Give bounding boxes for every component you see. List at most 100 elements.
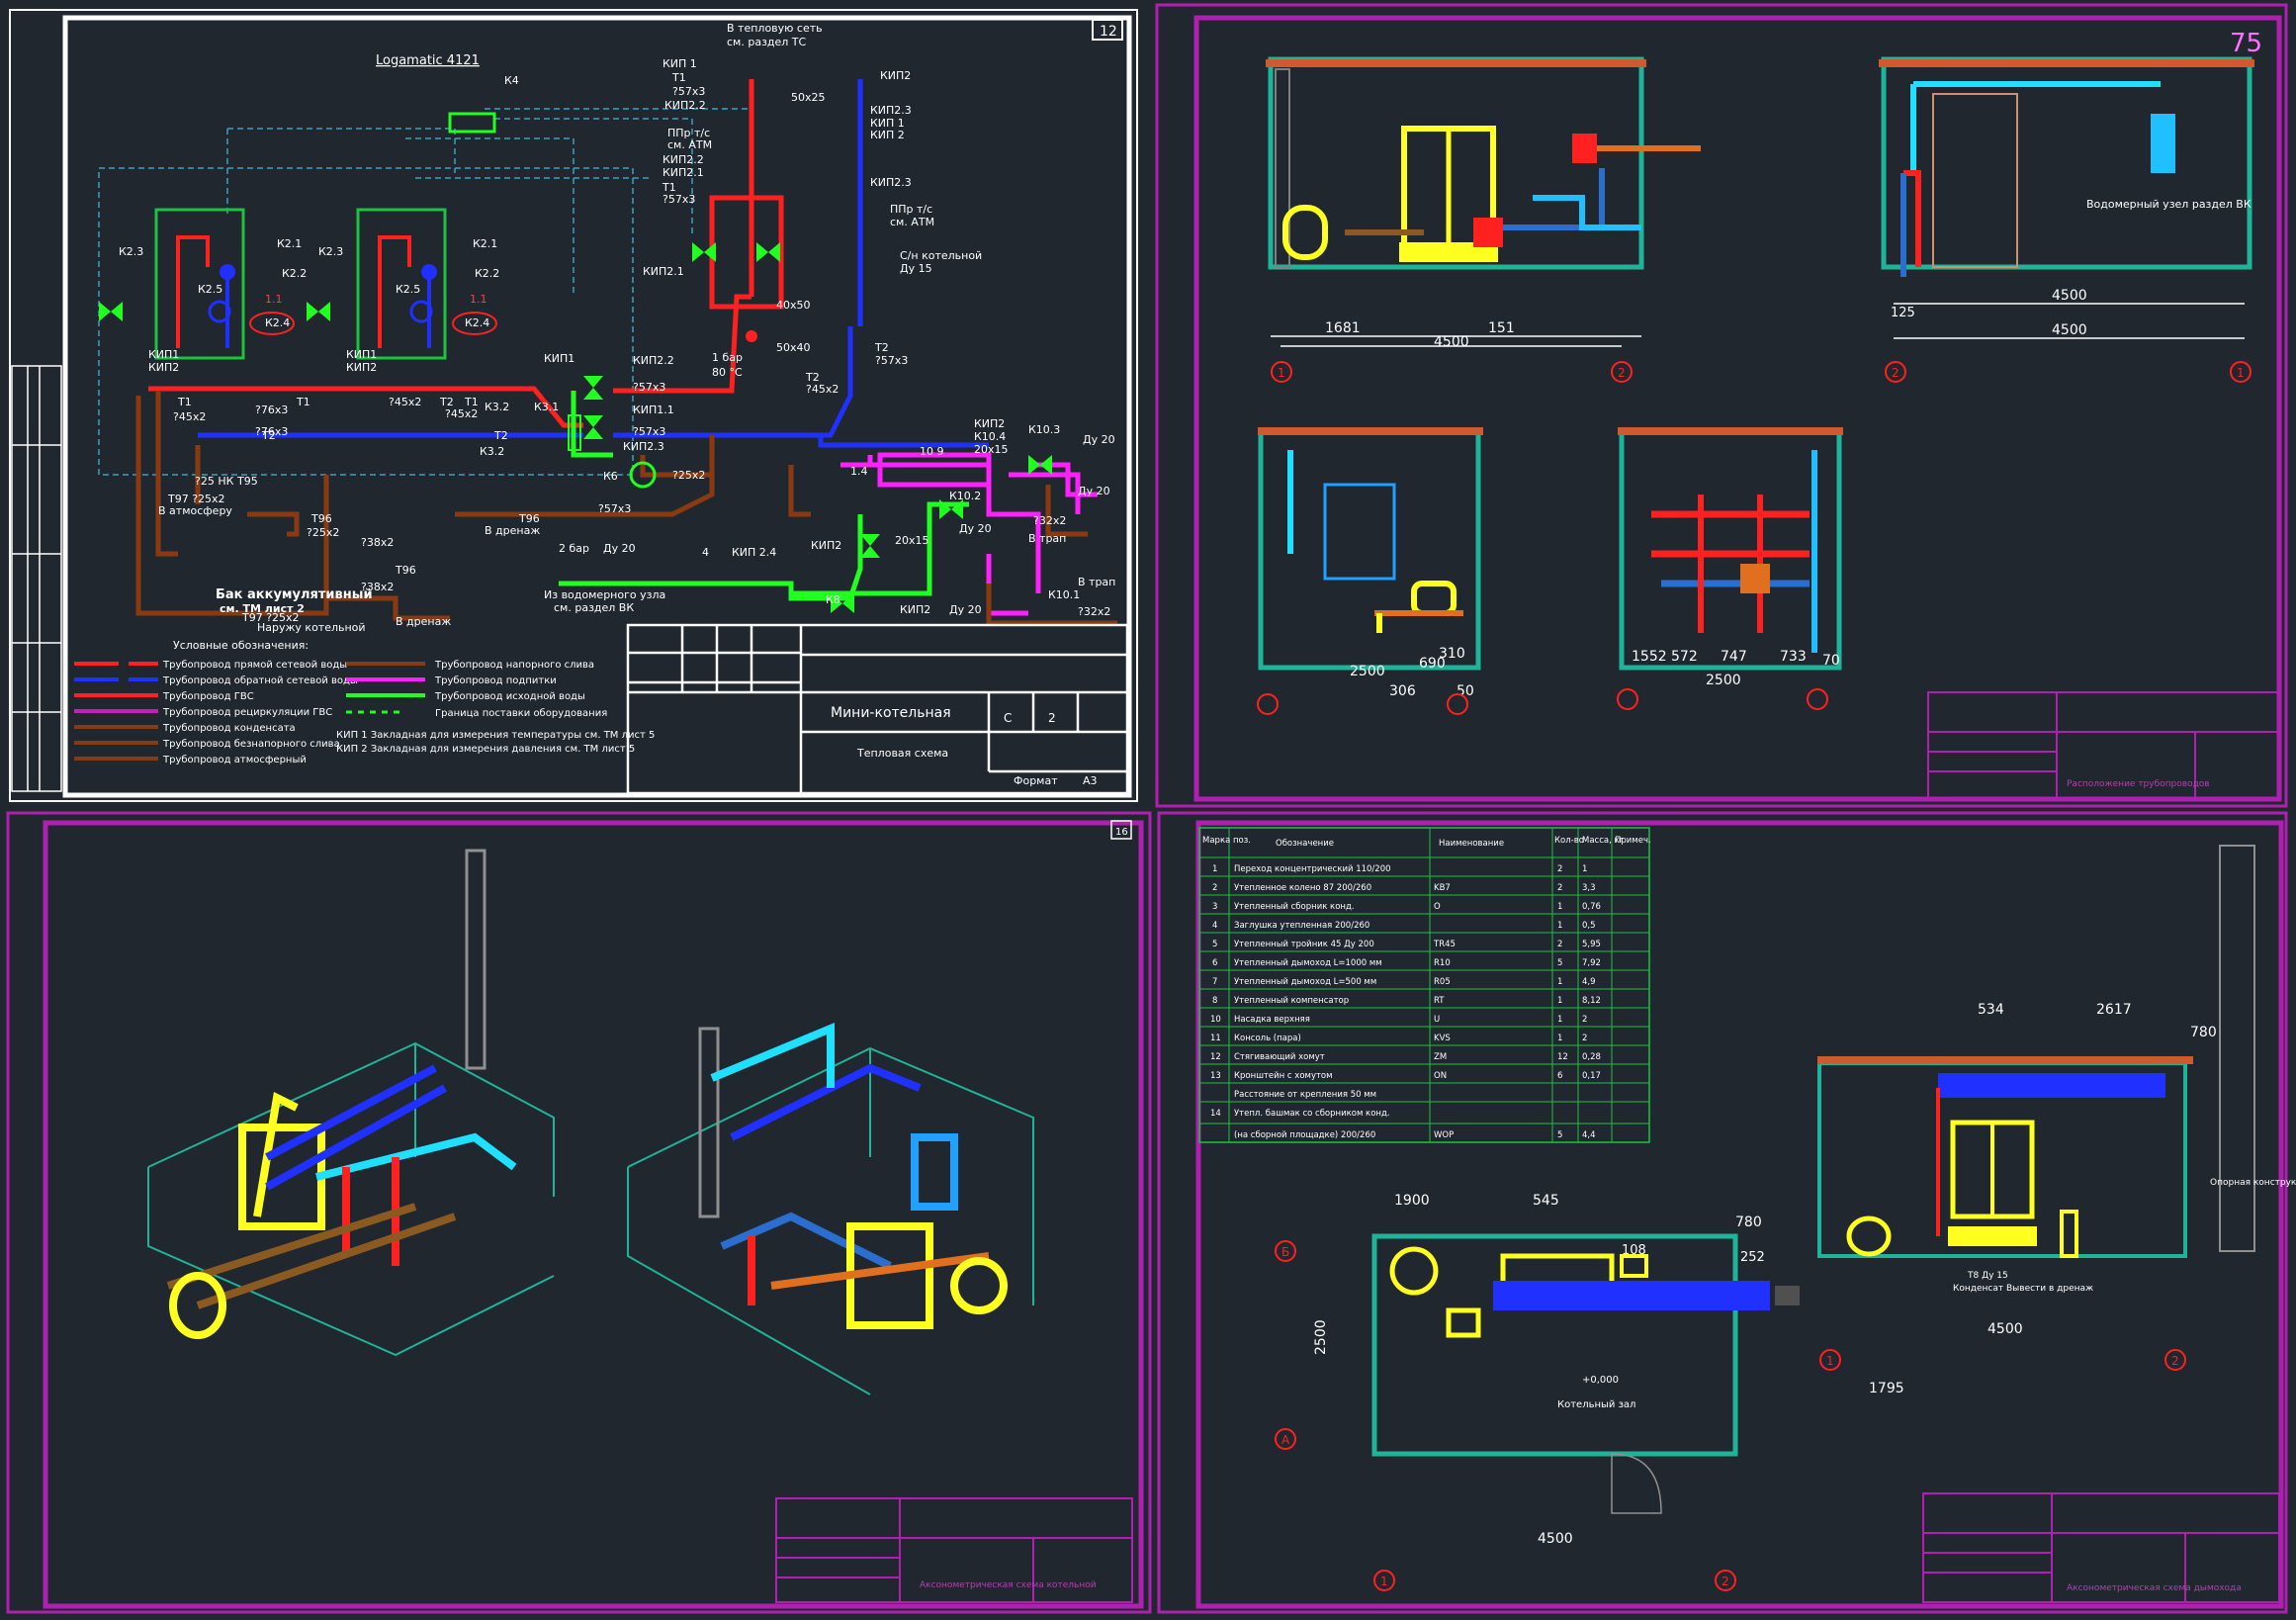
- svg-text:?25 НК: ?25 НК: [195, 475, 234, 488]
- title-main: Мини-котельная: [831, 705, 951, 721]
- svg-text:572: 572: [1671, 649, 1698, 665]
- controller-box[interactable]: [448, 112, 496, 134]
- legend: Условные обозначения: Трубопровод прямой…: [74, 639, 655, 765]
- room-plan-1: 1681 151 4500 1 2: [1266, 56, 1701, 383]
- svg-text:Марка поз.: Марка поз.: [1202, 836, 1251, 846]
- svg-text:Трубопровод рециркуляции ГВС: Трубопровод рециркуляции ГВС: [162, 707, 332, 718]
- svg-text:К10.4: К10.4: [974, 430, 1006, 443]
- svg-text:КИП 2.4: КИП 2.4: [732, 546, 776, 559]
- svg-text:Из водомерного узла: Из водомерного узла: [544, 588, 665, 601]
- svg-text:70: 70: [1822, 653, 1840, 669]
- svg-text:?45х2: ?45х2: [445, 407, 478, 420]
- svg-text:1 бар: 1 бар: [712, 351, 743, 364]
- svg-text:В трап: В трап: [1028, 532, 1066, 545]
- svg-text:КИП2: КИП2: [346, 361, 377, 374]
- sheet-thermal-scheme[interactable]: 12 Logamatic 4121 К4 1.1 1.1 В тепловую …: [9, 9, 1138, 802]
- svg-text:2: 2: [1557, 883, 1562, 893]
- svg-text:КИП1: КИП1: [148, 348, 179, 361]
- svg-text:К10.1: К10.1: [1048, 588, 1080, 601]
- svg-text:6: 6: [1557, 1071, 1562, 1081]
- svg-text:1552: 1552: [1632, 649, 1667, 665]
- svg-text:Утепленный сборник конд.: Утепленный сборник конд.: [1234, 902, 1355, 912]
- room-plan-4: 1552 572 747 733 70 2500: [1617, 427, 1843, 710]
- svg-text:4500: 4500: [1434, 334, 1469, 350]
- svg-text:2: 2: [1892, 366, 1899, 380]
- svg-text:KVS: KVS: [1434, 1034, 1451, 1043]
- svg-text:0,17: 0,17: [1582, 1071, 1601, 1081]
- svg-text:50х40: 50х40: [776, 341, 811, 354]
- svg-text:КИП2.1: КИП2.1: [643, 265, 684, 278]
- svg-text:КИП2.1: КИП2.1: [662, 166, 704, 179]
- svg-text:7,92: 7,92: [1582, 958, 1601, 968]
- svg-text:3,3: 3,3: [1582, 883, 1596, 893]
- svg-text:см. раздел ВК: см. раздел ВК: [554, 601, 634, 614]
- svg-text:Аксонометрическая схема дымохо: Аксонометрическая схема дымохода: [2067, 1583, 2242, 1593]
- svg-text:252: 252: [1740, 1250, 1765, 1265]
- svg-text:А: А: [1281, 1433, 1290, 1447]
- svg-text:К6: К6: [603, 470, 618, 483]
- svg-text:Б: Б: [1281, 1245, 1289, 1259]
- svg-text:310: 310: [1439, 646, 1465, 662]
- svg-text:Т1: Т1: [177, 396, 192, 408]
- svg-text:А3: А3: [1083, 774, 1098, 787]
- svg-text:5: 5: [1212, 940, 1217, 949]
- svg-text:12: 12: [1557, 1052, 1568, 1062]
- svg-text:?32х2: ?32х2: [1033, 514, 1066, 527]
- svg-text:2: 2: [1582, 1034, 1587, 1043]
- svg-text:ON: ON: [1434, 1071, 1447, 1081]
- sheet-chimney[interactable]: Марка поз. Обозначение Наименование Кол-…: [1157, 811, 2296, 1614]
- sheet2-number: 75: [2230, 29, 2262, 58]
- svg-text:Заглушка утепленная 200/260: Заглушка утепленная 200/260: [1234, 921, 1369, 931]
- svg-text:306: 306: [1389, 683, 1416, 699]
- svg-text:RT: RT: [1434, 996, 1445, 1006]
- svg-text:?57х3: ?57х3: [662, 193, 695, 206]
- svg-text:0,76: 0,76: [1582, 902, 1601, 912]
- svg-text:КИП2.2: КИП2.2: [662, 153, 704, 166]
- drawing-canvas: 12 Logamatic 4121 К4 1.1 1.1 В тепловую …: [0, 0, 2296, 1616]
- svg-text:Трубопровод конденсата: Трубопровод конденсата: [162, 723, 296, 734]
- svg-text:КИП2: КИП2: [811, 539, 841, 552]
- svg-text:1.4: 1.4: [850, 465, 868, 478]
- svg-text:KB7: KB7: [1434, 883, 1451, 893]
- svg-text:Граница поставки оборудования: Граница поставки оборудования: [435, 708, 607, 719]
- svg-text:80 °С: 80 °С: [712, 366, 743, 379]
- svg-text:Трубопровод исходной воды: Трубопровод исходной воды: [434, 691, 585, 702]
- svg-text:2: 2: [1557, 940, 1562, 949]
- svg-text:?25х2: ?25х2: [672, 469, 705, 482]
- room-plan-3: 2500 690 306 310 50: [1257, 427, 1483, 715]
- svg-text:К2.5: К2.5: [396, 283, 420, 296]
- svg-text:1.1: 1.1: [265, 293, 283, 306]
- svg-text:Т95: Т95: [236, 475, 258, 488]
- svg-text:2500: 2500: [1350, 664, 1385, 679]
- svg-text:1: 1: [1557, 921, 1562, 931]
- svg-text:Ду 20: Ду 20: [959, 522, 992, 535]
- svg-text:R05: R05: [1434, 977, 1451, 987]
- svg-text:Утепленный дымоход L=500 мм: Утепленный дымоход L=500 мм: [1234, 977, 1376, 987]
- svg-text:Конденсат Вывести в дренаж: Конденсат Вывести в дренаж: [1953, 1284, 2093, 1294]
- svg-text:К4: К4: [504, 74, 519, 87]
- svg-text:Трубопровод обратной сетевой в: Трубопровод обратной сетевой воды: [162, 675, 358, 686]
- svg-text:11: 11: [1210, 1034, 1221, 1043]
- svg-text:U: U: [1434, 1015, 1440, 1025]
- svg-text:40х50: 40х50: [776, 299, 811, 312]
- svg-text:Ду 20: Ду 20: [603, 542, 636, 555]
- svg-text:КИП 2: КИП 2: [870, 129, 905, 141]
- svg-text:Трубопровод атмосферный: Трубопровод атмосферный: [162, 755, 307, 765]
- svg-text:2: 2: [1212, 883, 1217, 893]
- svg-text:13: 13: [1210, 1071, 1221, 1081]
- svg-text:1: 1: [1380, 1575, 1388, 1588]
- svg-text:545: 545: [1533, 1193, 1559, 1209]
- svg-text:К8: К8: [826, 593, 840, 606]
- svg-text:1681: 1681: [1325, 320, 1361, 336]
- svg-text:5,95: 5,95: [1582, 940, 1601, 949]
- svg-text:4,4: 4,4: [1582, 1130, 1596, 1140]
- axo-room-2: [627, 1046, 1034, 1395]
- svg-text:В трап: В трап: [1078, 576, 1115, 588]
- svg-text:Водомерный узел раздел ВК: Водомерный узел раздел ВК: [2086, 198, 2252, 211]
- svg-text:КИП 1: КИП 1: [662, 57, 697, 70]
- svg-text:Расположение трубопроводов: Расположение трубопроводов: [2067, 779, 2210, 789]
- sheet-axonometric[interactable]: 16 Аксонометрическая схема котельной: [6, 811, 1152, 1614]
- svg-text:Ду 20: Ду 20: [1078, 485, 1110, 497]
- svg-text:К2.5: К2.5: [198, 283, 222, 296]
- sheet-piping-layout[interactable]: 75 1681 151 4500 1 2 Водомерный узел раз…: [1155, 3, 2288, 808]
